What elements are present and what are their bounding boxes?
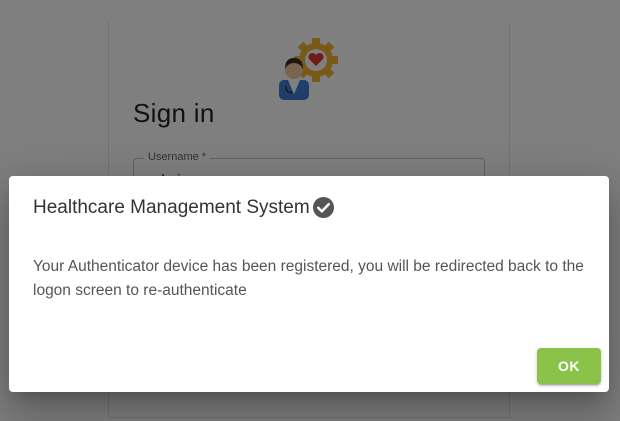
dialog-message: Your Authenticator device has been regis…: [33, 258, 584, 299]
screen: Sign in Username * admin Healthcare Mana…: [0, 0, 620, 421]
dialog-title-row: Healthcare Management System: [33, 196, 335, 219]
dialog-title: Healthcare Management System: [33, 196, 310, 218]
ok-button[interactable]: OK: [537, 348, 601, 384]
check-circle-icon: [312, 196, 334, 219]
confirmation-dialog: Healthcare Management System Your Authen…: [9, 176, 609, 392]
